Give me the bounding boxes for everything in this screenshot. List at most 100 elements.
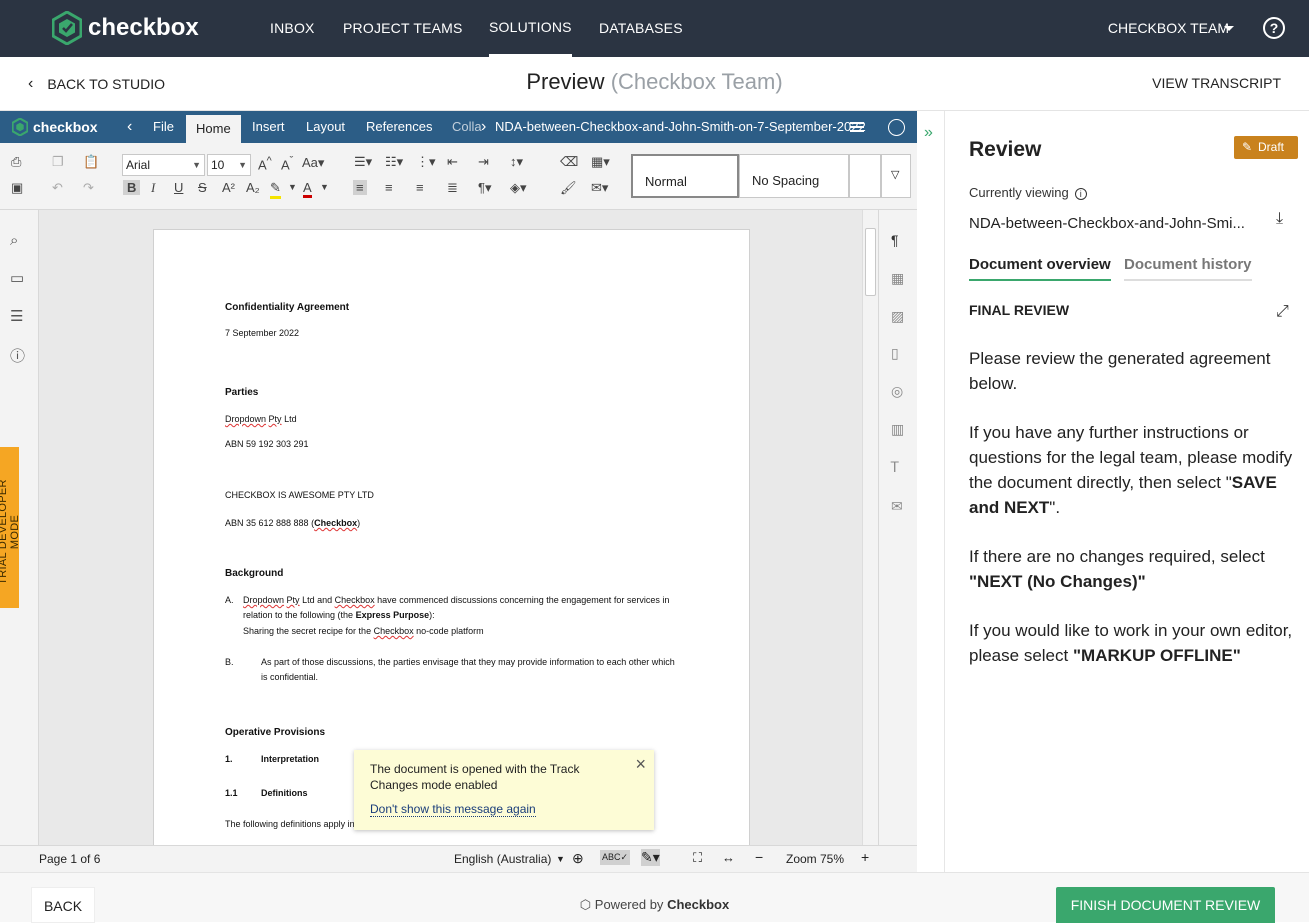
scrollbar-thumb[interactable] xyxy=(865,228,876,296)
zoom-level[interactable]: Zoom 75% xyxy=(786,852,844,866)
chevron-left-icon[interactable]: ‹ xyxy=(127,111,132,143)
redo-icon[interactable]: ↷ xyxy=(83,180,94,196)
search-icon[interactable]: ⌕ xyxy=(10,232,18,249)
mail-icon[interactable]: ✉ xyxy=(891,498,903,515)
expand-icon[interactable]: ⤢ xyxy=(1276,303,1289,321)
line-spacing-icon[interactable]: ↕▾ xyxy=(510,154,523,170)
print-icon[interactable]: ⎙ xyxy=(11,154,21,170)
increase-indent-icon[interactable]: ⇥ xyxy=(478,154,489,170)
chevron-down-icon[interactable]: ▼ xyxy=(556,854,565,864)
copy-icon[interactable]: ❐ xyxy=(52,154,64,170)
finish-document-review-button[interactable]: FINISH DOCUMENT REVIEW xyxy=(1056,887,1275,923)
spellcheck-icon[interactable]: ABC✓ xyxy=(600,850,631,865)
double-chevron-right-icon[interactable]: » xyxy=(924,124,933,142)
bullet-list-icon[interactable]: ☰▾ xyxy=(354,154,372,170)
font-size-select[interactable]: 10 ▼ xyxy=(207,154,251,176)
tab-document-overview[interactable]: Document overview xyxy=(969,256,1111,281)
comment-icon[interactable]: ▭ xyxy=(10,269,24,287)
checkbox-logo[interactable]: checkbox xyxy=(52,11,199,45)
tab-insert[interactable]: Insert xyxy=(252,111,285,143)
zoom-in-icon[interactable]: + xyxy=(861,849,869,865)
fit-width-icon[interactable]: ↔ xyxy=(722,850,735,865)
paste-icon[interactable]: 📋 xyxy=(83,154,99,170)
zoom-out-icon[interactable]: − xyxy=(755,849,763,865)
navigation-icon[interactable]: ☰ xyxy=(10,307,23,325)
bold-icon[interactable]: B xyxy=(123,180,141,195)
multilevel-list-icon[interactable]: ⋮▾ xyxy=(416,154,436,170)
info-icon[interactable]: i xyxy=(1074,187,1087,200)
format-painter-icon[interactable]: 🖌 xyxy=(560,180,577,196)
menu-icon[interactable] xyxy=(850,122,864,132)
decrease-indent-icon[interactable]: ⇤ xyxy=(447,154,458,170)
chart-icon[interactable]: ▥ xyxy=(891,421,904,438)
dont-show-again-link[interactable]: Don't show this message again xyxy=(370,802,536,817)
trial-developer-banner: TRIAL DEVELOPER MODE xyxy=(0,447,21,608)
doc-party2-name: CHECKBOX IS AWESOME PTY LTD xyxy=(225,490,374,500)
clear-format-icon[interactable]: ⌫ xyxy=(560,154,578,170)
globe-icon[interactable]: ⊕ xyxy=(572,850,584,867)
tab-references[interactable]: References xyxy=(366,111,432,143)
nav-project-teams[interactable]: PROJECT TEAMS xyxy=(343,0,463,57)
shading-icon[interactable]: ◈▾ xyxy=(510,180,527,196)
style-empty[interactable] xyxy=(849,154,881,198)
table-icon[interactable]: ▦ xyxy=(891,270,904,287)
italic-icon[interactable]: I xyxy=(151,180,155,196)
doc-bg-a-line2: relation to the following (the Express P… xyxy=(243,610,435,620)
save-icon[interactable]: ▣ xyxy=(11,180,23,196)
track-changes-toast: The document is opened with the Track Ch… xyxy=(354,750,654,830)
underline-icon[interactable]: U xyxy=(174,180,183,195)
styles-expand-icon[interactable]: ▽ xyxy=(881,154,911,198)
track-changes-icon[interactable]: ✎▾ xyxy=(641,849,660,866)
nav-inbox[interactable]: INBOX xyxy=(270,0,315,57)
chevron-down-icon[interactable]: ▼ xyxy=(288,182,297,192)
text-art-icon[interactable]: Ꭲ xyxy=(891,459,899,476)
nav-solutions[interactable]: SOLUTIONS xyxy=(489,0,572,57)
fit-page-icon[interactable]: ⛶ xyxy=(693,850,702,866)
font-family-select[interactable]: Arial ▼ xyxy=(122,154,205,176)
highlight-icon[interactable]: ✎ xyxy=(270,180,281,199)
download-icon[interactable]: ⤓ xyxy=(1276,210,1283,228)
strikethrough-icon[interactable]: S xyxy=(198,180,207,195)
header-footer-icon[interactable]: ▯ xyxy=(891,345,899,362)
chevron-down-icon: ▼ xyxy=(192,160,201,170)
image-icon[interactable]: ▨ xyxy=(891,308,904,325)
style-no-spacing[interactable]: No Spacing xyxy=(739,154,849,198)
tab-layout[interactable]: Layout xyxy=(306,111,345,143)
grow-font-icon[interactable]: A^ xyxy=(258,155,272,172)
undo-icon[interactable]: ↶ xyxy=(52,180,63,196)
language-select[interactable]: English (Australia) xyxy=(454,852,551,866)
vertical-scrollbar[interactable] xyxy=(862,210,878,845)
paragraph-marks-icon[interactable]: ¶▾ xyxy=(478,180,492,196)
tab-collaboration[interactable]: Colla xyxy=(452,111,482,143)
help-icon[interactable]: ? xyxy=(1263,17,1285,39)
chevron-right-icon[interactable]: › xyxy=(481,111,486,143)
shape-icon[interactable]: ◎ xyxy=(891,383,903,400)
paragraph-icon[interactable]: ¶ xyxy=(891,232,899,248)
tab-file[interactable]: File xyxy=(153,111,174,143)
nav-databases[interactable]: DATABASES xyxy=(599,0,683,57)
numbered-list-icon[interactable]: ☷▾ xyxy=(385,154,403,170)
borders-icon[interactable]: ▦▾ xyxy=(591,154,610,170)
justify-icon[interactable]: ≣ xyxy=(447,180,458,196)
doc-s11-title: Definitions xyxy=(261,788,308,798)
info-icon[interactable]: ⓘ xyxy=(10,345,25,366)
style-normal[interactable]: Normal xyxy=(631,154,739,198)
shrink-font-icon[interactable]: Aˇ xyxy=(281,155,293,172)
change-case-icon[interactable]: Aa▾ xyxy=(302,155,324,171)
align-right-icon[interactable]: ≡ xyxy=(416,180,424,195)
font-color-icon[interactable]: A xyxy=(303,180,312,198)
mail-merge-icon[interactable]: ✉▾ xyxy=(591,180,608,196)
align-center-icon[interactable]: ≡ xyxy=(385,180,393,195)
close-icon[interactable]: × xyxy=(635,754,646,775)
user-icon[interactable] xyxy=(888,119,905,136)
view-transcript-button[interactable]: VIEW TRANSCRIPT xyxy=(1152,75,1281,91)
doc-bg-a-line1: Dropdown Pty Ltd and Checkbox have comme… xyxy=(243,595,669,605)
team-selector[interactable]: CHECKBOX TEAM xyxy=(1108,0,1229,57)
tab-document-history[interactable]: Document history xyxy=(1124,256,1252,281)
superscript-icon[interactable]: A² xyxy=(222,180,235,195)
chevron-down-icon[interactable] xyxy=(1224,26,1234,31)
tab-home[interactable]: Home xyxy=(186,115,241,143)
align-left-icon[interactable]: ≡ xyxy=(353,180,367,195)
subscript-icon[interactable]: A₂ xyxy=(246,180,260,195)
chevron-down-icon[interactable]: ▼ xyxy=(320,182,329,192)
